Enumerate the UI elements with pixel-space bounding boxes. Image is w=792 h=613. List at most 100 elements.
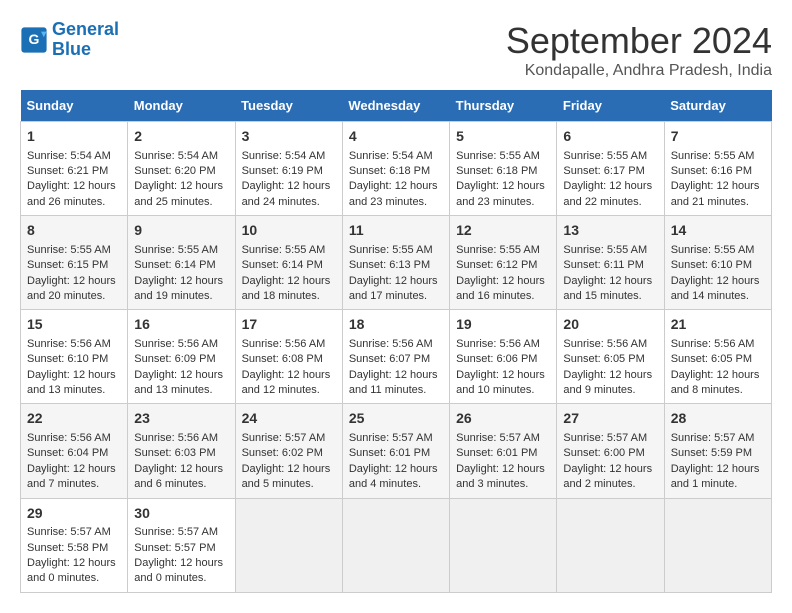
- logo-text: General Blue: [52, 20, 119, 60]
- day-info-line: Daylight: 12 hours: [349, 179, 443, 194]
- day-info-line: and 13 minutes.: [134, 383, 228, 398]
- weekday-header-friday: Friday: [557, 90, 664, 122]
- day-info-line: Daylight: 12 hours: [671, 462, 765, 477]
- day-info-line: and 25 minutes.: [134, 195, 228, 210]
- day-info-line: Sunrise: 5:55 AM: [563, 149, 657, 164]
- calendar-cell: 25Sunrise: 5:57 AMSunset: 6:01 PMDayligh…: [342, 404, 449, 498]
- day-info-line: and 9 minutes.: [563, 383, 657, 398]
- week-row-3: 15Sunrise: 5:56 AMSunset: 6:10 PMDayligh…: [21, 310, 772, 404]
- calendar-cell: 17Sunrise: 5:56 AMSunset: 6:08 PMDayligh…: [235, 310, 342, 404]
- day-info-line: Sunset: 6:18 PM: [349, 164, 443, 179]
- day-info-line: and 19 minutes.: [134, 289, 228, 304]
- day-info-line: Sunrise: 5:57 AM: [349, 431, 443, 446]
- day-info-line: Daylight: 12 hours: [242, 462, 336, 477]
- day-info-line: Daylight: 12 hours: [671, 179, 765, 194]
- day-info-line: Sunrise: 5:54 AM: [27, 149, 121, 164]
- day-info-line: and 0 minutes.: [134, 571, 228, 586]
- day-info-line: and 16 minutes.: [456, 289, 550, 304]
- day-info-line: and 17 minutes.: [349, 289, 443, 304]
- calendar-cell: [342, 498, 449, 592]
- day-info-line: Daylight: 12 hours: [242, 179, 336, 194]
- day-info-line: Sunset: 6:18 PM: [456, 164, 550, 179]
- day-info-line: Daylight: 12 hours: [134, 462, 228, 477]
- day-info-line: Sunrise: 5:55 AM: [456, 243, 550, 258]
- day-info-line: Daylight: 12 hours: [349, 462, 443, 477]
- calendar-cell: 26Sunrise: 5:57 AMSunset: 6:01 PMDayligh…: [450, 404, 557, 498]
- calendar-cell: 18Sunrise: 5:56 AMSunset: 6:07 PMDayligh…: [342, 310, 449, 404]
- main-title: September 2024: [506, 20, 772, 62]
- calendar-cell: 27Sunrise: 5:57 AMSunset: 6:00 PMDayligh…: [557, 404, 664, 498]
- day-info-line: Sunset: 6:04 PM: [27, 446, 121, 461]
- calendar-header: SundayMondayTuesdayWednesdayThursdayFrid…: [21, 90, 772, 122]
- calendar-cell: 28Sunrise: 5:57 AMSunset: 5:59 PMDayligh…: [664, 404, 771, 498]
- day-number: 21: [671, 315, 765, 335]
- day-number: 14: [671, 221, 765, 241]
- weekday-header-monday: Monday: [128, 90, 235, 122]
- day-info-line: Sunrise: 5:55 AM: [563, 243, 657, 258]
- day-info-line: Sunset: 6:19 PM: [242, 164, 336, 179]
- calendar-cell: 30Sunrise: 5:57 AMSunset: 5:57 PMDayligh…: [128, 498, 235, 592]
- day-info-line: and 15 minutes.: [563, 289, 657, 304]
- logo: G General Blue: [20, 20, 119, 60]
- day-info-line: Sunset: 6:02 PM: [242, 446, 336, 461]
- day-info-line: Sunrise: 5:56 AM: [456, 337, 550, 352]
- day-number: 25: [349, 409, 443, 429]
- day-info-line: Sunset: 6:00 PM: [563, 446, 657, 461]
- day-info-line: and 10 minutes.: [456, 383, 550, 398]
- day-info-line: Daylight: 12 hours: [27, 179, 121, 194]
- calendar-cell: 29Sunrise: 5:57 AMSunset: 5:58 PMDayligh…: [21, 498, 128, 592]
- calendar-cell: 13Sunrise: 5:55 AMSunset: 6:11 PMDayligh…: [557, 216, 664, 310]
- day-info-line: Sunrise: 5:56 AM: [349, 337, 443, 352]
- day-info-line: Sunset: 6:17 PM: [563, 164, 657, 179]
- calendar-body: 1Sunrise: 5:54 AMSunset: 6:21 PMDaylight…: [21, 122, 772, 593]
- day-info-line: Daylight: 12 hours: [563, 462, 657, 477]
- day-info-line: Sunset: 6:16 PM: [671, 164, 765, 179]
- logo-line2: Blue: [52, 39, 91, 59]
- day-info-line: and 23 minutes.: [456, 195, 550, 210]
- day-number: 17: [242, 315, 336, 335]
- day-number: 11: [349, 221, 443, 241]
- day-number: 19: [456, 315, 550, 335]
- day-info-line: Daylight: 12 hours: [456, 274, 550, 289]
- day-info-line: Sunrise: 5:57 AM: [671, 431, 765, 446]
- calendar-cell: 22Sunrise: 5:56 AMSunset: 6:04 PMDayligh…: [21, 404, 128, 498]
- weekday-header-tuesday: Tuesday: [235, 90, 342, 122]
- weekday-header-thursday: Thursday: [450, 90, 557, 122]
- calendar-cell: 16Sunrise: 5:56 AMSunset: 6:09 PMDayligh…: [128, 310, 235, 404]
- day-info-line: Sunset: 6:20 PM: [134, 164, 228, 179]
- day-info-line: Daylight: 12 hours: [242, 368, 336, 383]
- day-number: 30: [134, 504, 228, 524]
- title-area: September 2024 Kondapalle, Andhra Prades…: [506, 20, 772, 80]
- calendar-cell: 4Sunrise: 5:54 AMSunset: 6:18 PMDaylight…: [342, 122, 449, 216]
- day-info-line: and 4 minutes.: [349, 477, 443, 492]
- day-number: 18: [349, 315, 443, 335]
- day-number: 27: [563, 409, 657, 429]
- day-info-line: Sunset: 6:05 PM: [671, 352, 765, 367]
- calendar-cell: [664, 498, 771, 592]
- day-info-line: Daylight: 12 hours: [349, 368, 443, 383]
- calendar-cell: 5Sunrise: 5:55 AMSunset: 6:18 PMDaylight…: [450, 122, 557, 216]
- day-number: 5: [456, 127, 550, 147]
- day-info-line: and 1 minute.: [671, 477, 765, 492]
- calendar-cell: 21Sunrise: 5:56 AMSunset: 6:05 PMDayligh…: [664, 310, 771, 404]
- day-info-line: Sunset: 6:09 PM: [134, 352, 228, 367]
- day-info-line: Sunset: 6:05 PM: [563, 352, 657, 367]
- page-header: G General Blue September 2024 Kondapalle…: [20, 20, 772, 80]
- day-number: 13: [563, 221, 657, 241]
- day-info-line: and 7 minutes.: [27, 477, 121, 492]
- day-info-line: Sunrise: 5:54 AM: [134, 149, 228, 164]
- calendar-cell: 10Sunrise: 5:55 AMSunset: 6:14 PMDayligh…: [235, 216, 342, 310]
- day-info-line: Sunrise: 5:57 AM: [27, 525, 121, 540]
- day-info-line: Daylight: 12 hours: [349, 274, 443, 289]
- day-info-line: Sunrise: 5:55 AM: [671, 243, 765, 258]
- day-info-line: Sunset: 6:03 PM: [134, 446, 228, 461]
- day-info-line: Sunset: 5:59 PM: [671, 446, 765, 461]
- day-info-line: Daylight: 12 hours: [563, 368, 657, 383]
- calendar-cell: 8Sunrise: 5:55 AMSunset: 6:15 PMDaylight…: [21, 216, 128, 310]
- week-row-2: 8Sunrise: 5:55 AMSunset: 6:15 PMDaylight…: [21, 216, 772, 310]
- day-info-line: Sunrise: 5:55 AM: [134, 243, 228, 258]
- day-info-line: and 11 minutes.: [349, 383, 443, 398]
- subtitle: Kondapalle, Andhra Pradesh, India: [506, 62, 772, 80]
- calendar-cell: 15Sunrise: 5:56 AMSunset: 6:10 PMDayligh…: [21, 310, 128, 404]
- day-info-line: Sunrise: 5:54 AM: [349, 149, 443, 164]
